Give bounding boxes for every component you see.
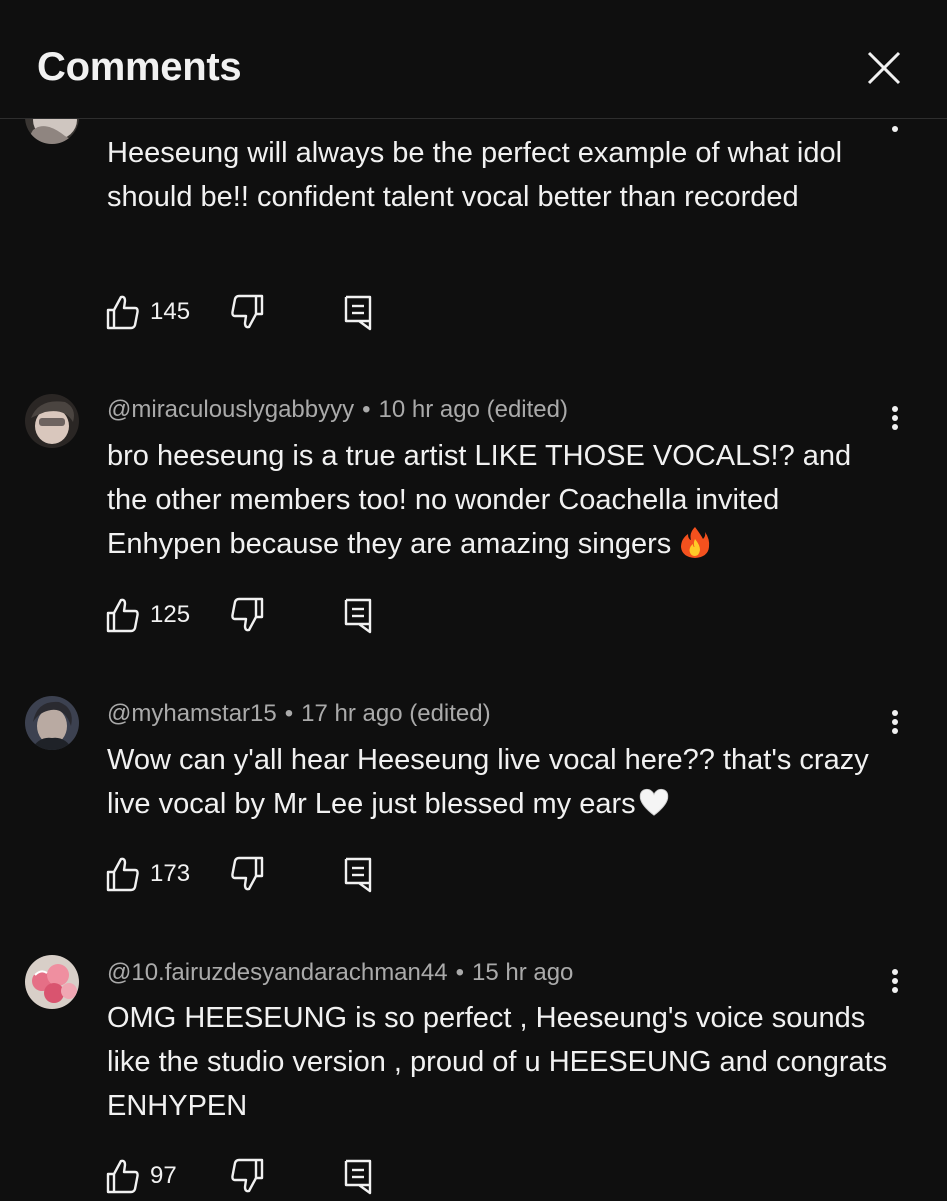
comment-meta: @miraculouslygabbyyy • 10 hr ago (edited)	[107, 395, 568, 425]
meta-separator: •	[284, 700, 294, 727]
reply-icon	[344, 857, 372, 893]
comment-actions: 173	[106, 856, 406, 896]
thumbs-up-icon	[106, 295, 139, 330]
like-count: 125	[150, 601, 191, 628]
like-button[interactable]	[106, 294, 140, 334]
comment-text: Wow can y'all hear Heeseung live vocal h…	[107, 738, 897, 826]
avatar[interactable]	[25, 696, 79, 750]
comment-meta: @myhamstar15 • 17 hr ago (edited)	[107, 699, 491, 729]
thumbs-up-icon	[106, 598, 139, 633]
like-button[interactable]	[106, 1158, 140, 1198]
like-count: 145	[150, 298, 191, 325]
comment-text: Heeseung will always be the perfect exam…	[107, 137, 843, 213]
comment-text: bro heeseung is a true artist LIKE THOSE…	[107, 434, 897, 566]
reply-button[interactable]	[342, 597, 376, 637]
comment-text-content: Wow can y'all hear Heeseung live vocal h…	[107, 744, 869, 820]
comment-actions: 97	[106, 1158, 406, 1198]
thumbs-down-icon	[231, 597, 264, 632]
thumbs-down-icon	[231, 1158, 264, 1193]
thumbs-down-icon	[231, 294, 264, 329]
dislike-button[interactable]	[230, 597, 264, 637]
reply-icon	[344, 295, 372, 331]
dislike-button[interactable]	[230, 1158, 264, 1198]
comment-meta: @10.fairuzdesyandarachman44 • 15 hr ago	[107, 958, 573, 988]
more-options-button[interactable]	[880, 961, 910, 1001]
comment-time: 17 hr ago (edited)	[301, 700, 491, 727]
fire-emoji	[681, 527, 710, 558]
comment-username[interactable]: @10.fairuzdesyandarachman44	[107, 959, 448, 986]
like-count: 173	[150, 860, 191, 887]
comment-username[interactable]: @myhamstar15	[107, 700, 277, 727]
comment-actions: 125	[106, 597, 406, 637]
comment-text-content: bro heeseung is a true artist LIKE THOSE…	[107, 440, 852, 560]
thumbs-down-icon	[231, 856, 264, 891]
reply-icon	[344, 598, 372, 634]
comment-time: 10 hr ago (edited)	[378, 396, 568, 423]
reply-button[interactable]	[342, 856, 376, 896]
avatar[interactable]	[25, 394, 79, 448]
like-button[interactable]	[106, 597, 140, 637]
close-button[interactable]	[862, 48, 906, 92]
reply-button[interactable]	[342, 1158, 376, 1198]
comments-header: Comments	[0, 0, 947, 119]
meta-separator: •	[455, 959, 464, 986]
thumbs-up-icon	[106, 857, 139, 892]
like-button[interactable]	[106, 856, 140, 896]
comment-time: 15 hr ago	[471, 959, 574, 986]
meta-separator: •	[362, 396, 371, 423]
comment-actions: 145	[106, 294, 406, 334]
dislike-button[interactable]	[230, 294, 264, 334]
reply-button[interactable]	[342, 294, 376, 334]
comments-title: Comments	[37, 45, 242, 89]
more-options-button[interactable]	[880, 702, 910, 742]
comment-username[interactable]: @miraculouslygabbyyy	[107, 396, 354, 423]
close-icon	[867, 51, 901, 85]
white-heart-emoji	[639, 788, 668, 816]
comment-text: OMG HEESEUNG is so perfect , Heeseung's …	[107, 1002, 888, 1122]
thumbs-up-icon	[106, 1159, 139, 1194]
like-count: 97	[150, 1162, 177, 1189]
reply-icon	[344, 1159, 372, 1195]
avatar[interactable]	[25, 955, 79, 1009]
more-options-button[interactable]	[880, 398, 910, 438]
dislike-button[interactable]	[230, 856, 264, 896]
